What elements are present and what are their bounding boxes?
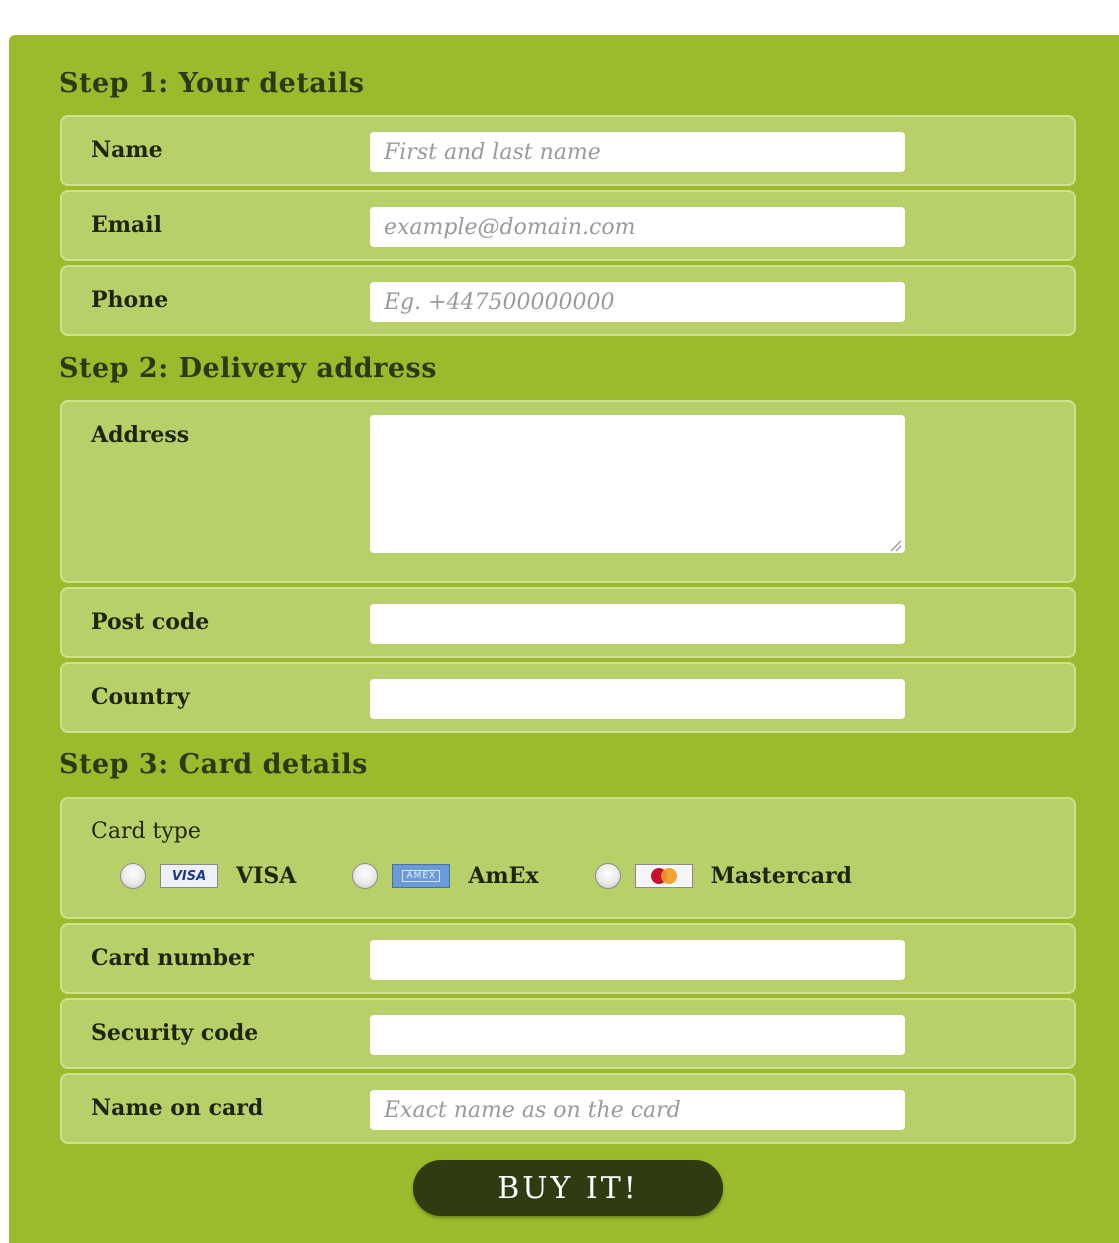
- name-input[interactable]: [370, 132, 905, 172]
- name-label: Name: [91, 137, 163, 163]
- visa-logo-text: VISA: [171, 868, 207, 884]
- name-on-card-label: Name on card: [91, 1095, 264, 1121]
- checkout-form: Step 1: Your details Name Email Phone St…: [9, 35, 1119, 1243]
- security-code-input[interactable]: [370, 1015, 905, 1055]
- country-label: Country: [91, 684, 190, 710]
- mastercard-label: Mastercard: [710, 863, 852, 889]
- postcode-row: Post code: [60, 587, 1076, 658]
- visa-logo-icon: VISA: [160, 864, 218, 888]
- amex-label: AmEx: [468, 863, 539, 889]
- name-on-card-input[interactable]: [370, 1090, 905, 1130]
- name-row: Name: [60, 115, 1076, 186]
- card-type-options: VISA VISA AMEX AmEx Mastercard: [120, 863, 908, 889]
- postcode-label: Post code: [91, 609, 210, 635]
- step-3-title: Step 3: Card details: [59, 749, 368, 780]
- card-type-row: Card type VISA VISA AMEX AmEx Mastercard: [60, 797, 1076, 919]
- card-number-row: Card number: [60, 923, 1076, 994]
- security-code-label: Security code: [91, 1020, 259, 1046]
- visa-label: VISA: [236, 863, 297, 889]
- step-2-title: Step 2: Delivery address: [59, 353, 437, 384]
- phone-label: Phone: [91, 287, 169, 313]
- visa-radio[interactable]: [120, 863, 146, 889]
- email-label: Email: [91, 212, 163, 238]
- buy-it-button[interactable]: BUY IT!: [413, 1160, 723, 1216]
- email-input[interactable]: [370, 207, 905, 247]
- card-option-amex[interactable]: AMEX AmEx: [352, 863, 539, 889]
- resize-grip-icon[interactable]: [888, 538, 902, 552]
- country-row: Country: [60, 662, 1076, 733]
- country-input[interactable]: [370, 679, 905, 719]
- step-1-title: Step 1: Your details: [59, 68, 365, 99]
- card-option-mastercard[interactable]: Mastercard: [594, 863, 852, 889]
- card-number-label: Card number: [91, 945, 254, 971]
- security-code-row: Security code: [60, 998, 1076, 1069]
- postcode-input[interactable]: [370, 604, 905, 644]
- name-on-card-row: Name on card: [60, 1073, 1076, 1144]
- mastercard-logo-icon: [634, 864, 693, 888]
- address-textarea[interactable]: [370, 415, 905, 553]
- address-label: Address: [91, 422, 190, 448]
- amex-logo-icon: AMEX: [392, 864, 451, 888]
- amex-radio[interactable]: [352, 863, 379, 889]
- mastercard-radio[interactable]: [594, 863, 621, 889]
- phone-input[interactable]: [370, 282, 905, 322]
- mastercard-circles-icon: [650, 868, 677, 884]
- email-row: Email: [60, 190, 1076, 261]
- amex-logo-text: AMEX: [402, 870, 441, 882]
- card-option-visa[interactable]: VISA VISA: [120, 863, 296, 889]
- address-row: Address: [60, 400, 1076, 583]
- card-type-label: Card type: [91, 819, 201, 844]
- phone-row: Phone: [60, 265, 1076, 336]
- card-number-input[interactable]: [370, 940, 905, 980]
